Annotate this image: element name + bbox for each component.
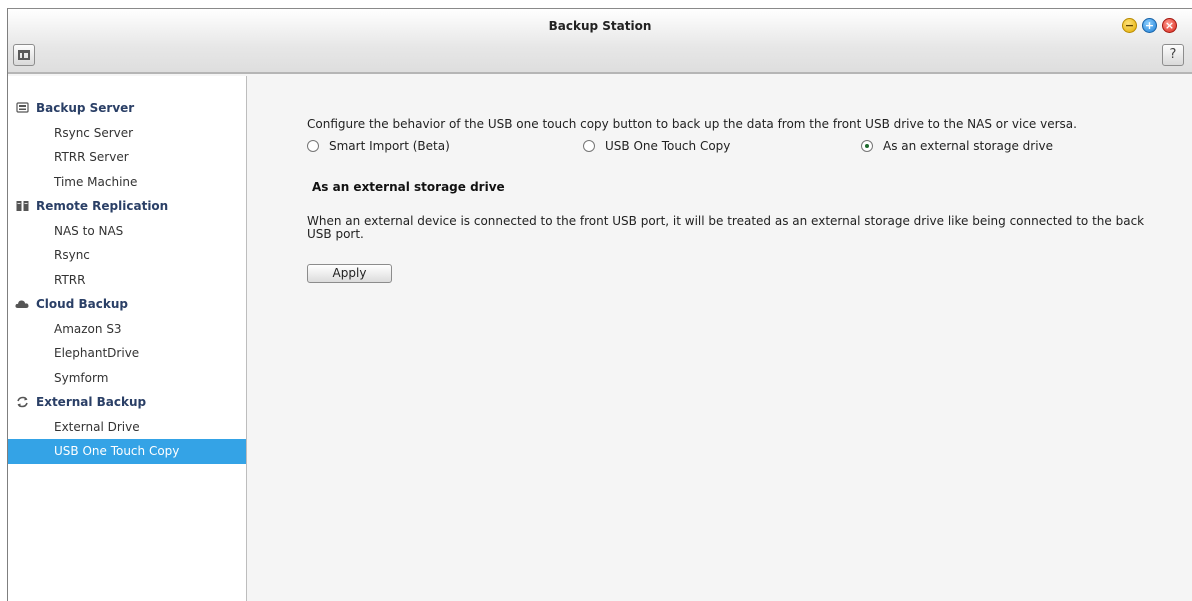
radio-circle[interactable] (583, 140, 595, 152)
radio-circle-selected[interactable] (861, 140, 873, 152)
radio-label: As an external storage drive (883, 139, 1054, 153)
sidebar-group-label: Backup Server (36, 101, 135, 116)
section-description: When an external device is connected to … (307, 214, 1145, 241)
sidebar-group-label: Remote Replication (36, 199, 169, 214)
layout-icon (18, 50, 30, 60)
radio-external-storage-drive[interactable]: As an external storage drive (861, 139, 1053, 153)
sync-icon (15, 396, 29, 408)
sidebar-item-external-drive[interactable]: External Drive (8, 415, 246, 440)
backup-station-window: Backup Station − + × ? Backup Server Rsy… (7, 8, 1192, 601)
replication-icon (15, 200, 29, 212)
help-button[interactable]: ? (1162, 44, 1184, 66)
cloud-icon (15, 298, 29, 310)
sidebar-group-remote-replication[interactable]: Remote Replication (8, 194, 246, 219)
sidebar-group-cloud-backup[interactable]: Cloud Backup (8, 292, 246, 317)
sidebar-item-rsync-server[interactable]: Rsync Server (8, 121, 246, 146)
radio-smart-import[interactable]: Smart Import (Beta) (307, 139, 450, 153)
radio-label: Smart Import (Beta) (329, 139, 450, 153)
server-icon (15, 102, 29, 114)
desktop-strip (0, 0, 1192, 8)
sidebar-group-label: External Backup (36, 395, 147, 410)
description-text: Configure the behavior of the USB one to… (307, 117, 1077, 131)
sidebar-group-backup-server[interactable]: Backup Server (8, 96, 246, 121)
sidebar-item-usb-one-touch-copy[interactable]: USB One Touch Copy (8, 439, 246, 464)
title-bar: Backup Station − + × ? (8, 9, 1192, 74)
close-button[interactable]: × (1162, 18, 1177, 33)
sidebar-item-rtrr[interactable]: RTRR (8, 268, 246, 293)
mode-radio-group: Smart Import (Beta) USB One Touch Copy A… (307, 139, 1137, 155)
radio-circle[interactable] (307, 140, 319, 152)
radio-usb-one-touch-copy[interactable]: USB One Touch Copy (583, 139, 730, 153)
sidebar-item-elephantdrive[interactable]: ElephantDrive (8, 341, 246, 366)
sidebar-item-rsync[interactable]: Rsync (8, 243, 246, 268)
sidebar-item-rtrr-server[interactable]: RTRR Server (8, 145, 246, 170)
sidebar-item-nas-to-nas[interactable]: NAS to NAS (8, 219, 246, 244)
maximize-button[interactable]: + (1142, 18, 1157, 33)
apply-button[interactable]: Apply (307, 264, 392, 283)
sidebar-item-symform[interactable]: Symform (8, 366, 246, 391)
sidebar-item-amazon-s3[interactable]: Amazon S3 (8, 317, 246, 342)
sidebar-item-time-machine[interactable]: Time Machine (8, 170, 246, 195)
layout-toggle-button[interactable] (13, 44, 35, 66)
section-title: As an external storage drive (312, 180, 505, 194)
minimize-button[interactable]: − (1122, 18, 1137, 33)
radio-label: USB One Touch Copy (605, 139, 731, 153)
main-content: Configure the behavior of the USB one to… (248, 76, 1192, 601)
sidebar-group-label: Cloud Backup (36, 297, 128, 312)
window-title: Backup Station (548, 19, 652, 33)
sidebar-group-external-backup[interactable]: External Backup (8, 390, 246, 415)
sidebar: Backup Server Rsync Server RTRR Server T… (8, 76, 247, 601)
